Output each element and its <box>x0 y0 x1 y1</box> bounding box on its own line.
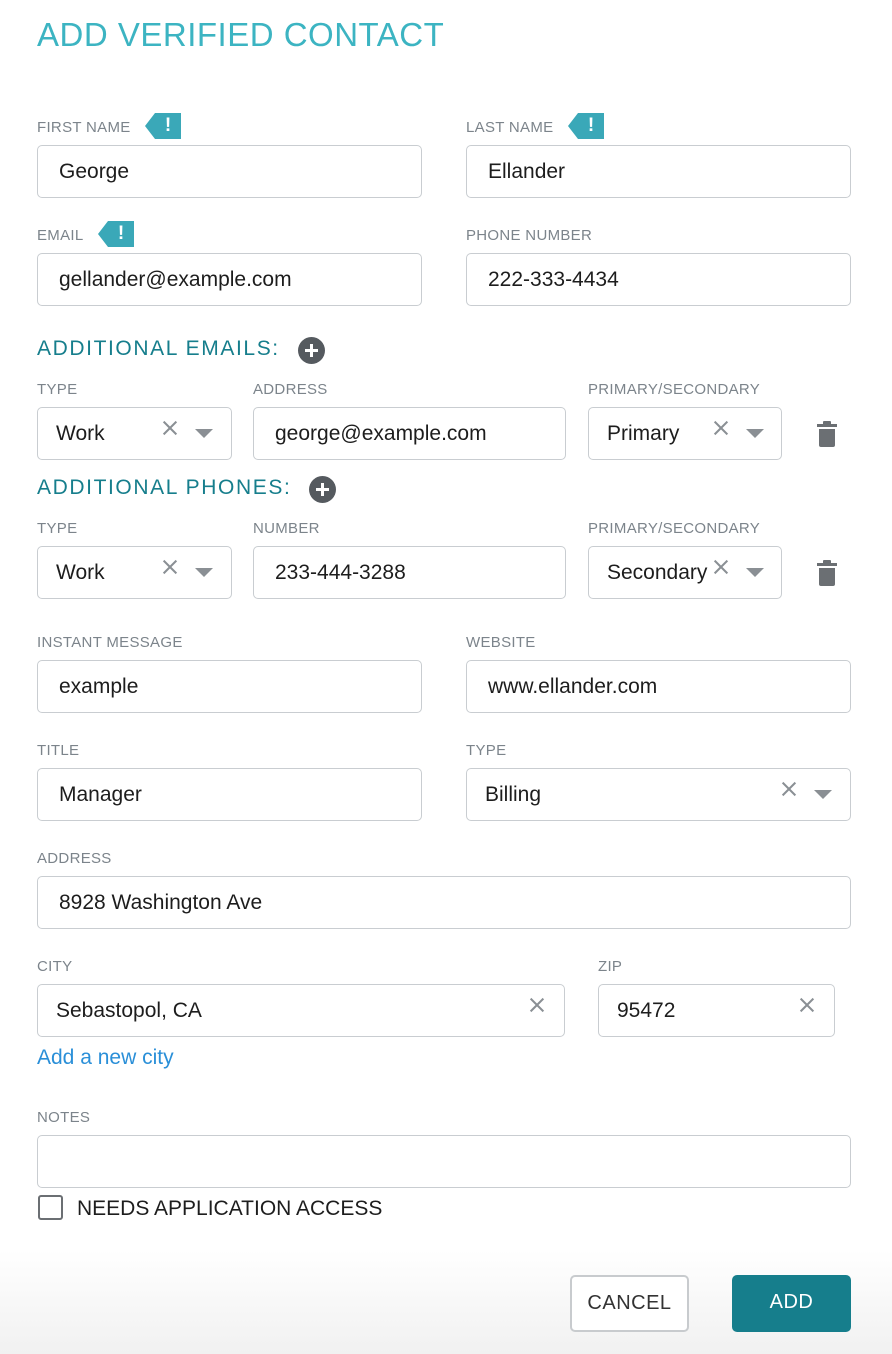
zip-input[interactable]: 95472 <box>598 984 835 1037</box>
last-name-required-icon: ! <box>568 113 604 139</box>
email-priority-label: PRIMARY/SECONDARY <box>588 381 761 398</box>
first-name-required-icon: ! <box>145 113 181 139</box>
city-input[interactable]: Sebastopol, CA <box>37 984 565 1037</box>
zip-label: ZIP <box>598 958 623 975</box>
phone-priority-select[interactable]: Secondary <box>588 546 782 599</box>
add-new-city-link[interactable]: Add a new city <box>37 1045 174 1071</box>
website-input[interactable]: www.ellander.com <box>466 660 851 713</box>
contact-type-chevron-down-icon[interactable] <box>814 790 832 799</box>
website-label: WEBSITE <box>466 634 536 651</box>
title-input[interactable]: Manager <box>37 768 422 821</box>
phone-input[interactable]: 222-333-4434 <box>466 253 851 306</box>
phone-type-select[interactable]: Work <box>37 546 232 599</box>
email-priority-chevron-down-icon[interactable] <box>746 429 764 438</box>
email-type-select[interactable]: Work <box>37 407 232 460</box>
delete-email-trash-icon[interactable] <box>817 421 837 447</box>
email-type-label: TYPE <box>37 381 78 398</box>
title-label: TITLE <box>37 742 80 759</box>
email-type-clear-close-icon[interactable] <box>161 419 179 437</box>
email-address-label: ADDRESS <box>253 381 328 398</box>
city-clear-close-icon[interactable] <box>528 996 546 1014</box>
needs-access-checkbox[interactable] <box>38 1195 63 1220</box>
page-title: ADD VERIFIED CONTACT <box>37 16 445 53</box>
phone-label: PHONE NUMBER <box>466 227 593 244</box>
phone-priority-label: PRIMARY/SECONDARY <box>588 520 761 537</box>
cancel-button[interactable]: CANCEL <box>570 1275 689 1332</box>
instant-message-label: INSTANT MESSAGE <box>37 634 183 651</box>
notes-input[interactable] <box>37 1135 851 1188</box>
phone-priority-clear-close-icon[interactable] <box>712 558 730 576</box>
email-label: EMAIL <box>37 227 84 244</box>
email-input[interactable]: gellander@example.com <box>37 253 422 306</box>
contact-type-label: TYPE <box>466 742 507 759</box>
phone-type-chevron-down-icon[interactable] <box>195 568 213 577</box>
contact-type-select[interactable]: Billing <box>466 768 851 821</box>
phone-priority-chevron-down-icon[interactable] <box>746 568 764 577</box>
email-address-input[interactable]: george@example.com <box>253 407 566 460</box>
address-input[interactable]: 8928 Washington Ave <box>37 876 851 929</box>
zip-clear-close-icon[interactable] <box>798 996 816 1014</box>
instant-message-input[interactable]: example <box>37 660 422 713</box>
email-priority-clear-close-icon[interactable] <box>712 419 730 437</box>
add-phone-plus-icon[interactable] <box>309 476 336 503</box>
email-priority-select[interactable]: Primary <box>588 407 782 460</box>
phone-number-input[interactable]: 233-444-3288 <box>253 546 566 599</box>
add-email-plus-icon[interactable] <box>298 337 325 364</box>
phone-type-clear-close-icon[interactable] <box>161 558 179 576</box>
notes-label: NOTES <box>37 1109 91 1126</box>
additional-phones-heading: ADDITIONAL PHONES: <box>37 476 292 499</box>
phone-number-label: NUMBER <box>253 520 320 537</box>
city-label: CITY <box>37 958 73 975</box>
first-name-input[interactable]: George <box>37 145 422 198</box>
email-required-icon: ! <box>98 221 134 247</box>
contact-type-clear-close-icon[interactable] <box>780 780 798 798</box>
email-type-chevron-down-icon[interactable] <box>195 429 213 438</box>
needs-access-label: NEEDS APPLICATION ACCESS <box>77 1197 383 1220</box>
last-name-input[interactable]: Ellander <box>466 145 851 198</box>
phone-type-label: TYPE <box>37 520 78 537</box>
address-label: ADDRESS <box>37 850 112 867</box>
additional-emails-heading: ADDITIONAL EMAILS: <box>37 337 280 360</box>
first-name-label: FIRST NAME <box>37 119 131 136</box>
delete-phone-trash-icon[interactable] <box>817 560 837 586</box>
add-button[interactable]: ADD <box>732 1275 851 1332</box>
last-name-label: LAST NAME <box>466 119 554 136</box>
